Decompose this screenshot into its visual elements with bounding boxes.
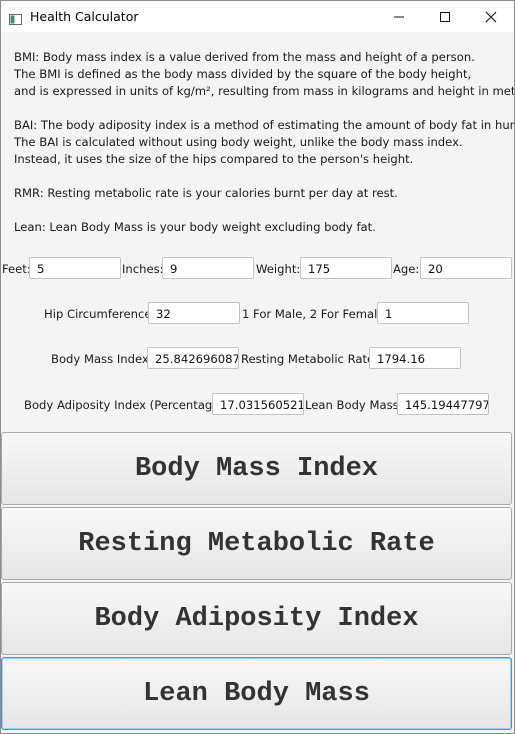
bai-description-line: BAI: The body adiposity index is a metho…	[14, 118, 515, 132]
bmi-button[interactable]: Body Mass Index	[1, 432, 512, 505]
title-bar: Health Calculator	[1, 1, 514, 32]
bai-result-field[interactable]: 17.031560521863	[212, 393, 304, 415]
bai-description-line: Instead, it uses the size of the hips co…	[14, 152, 414, 166]
gender-label: 1 For Male, 2 For Female:	[242, 307, 389, 321]
main-content: BMI: Body mass index is a value derived …	[1, 32, 514, 733]
age-label: Age:	[393, 262, 420, 276]
bai-result-label: Body Adiposity Index (Percentage):	[24, 398, 228, 412]
gender-input[interactable]: 1	[377, 302, 469, 324]
maximize-icon	[440, 12, 450, 22]
inches-label: Inches:	[122, 262, 164, 276]
bmi-description-line: and is expressed in units of kg/m², resu…	[14, 84, 515, 98]
bmi-description-line: The BMI is defined as the body mass divi…	[14, 67, 472, 81]
bai-description-line: The BAI is calculated without using body…	[14, 135, 463, 149]
rmr-button[interactable]: Resting Metabolic Rate	[1, 507, 512, 580]
age-input[interactable]: 20	[420, 257, 512, 279]
hip-input[interactable]: 32	[148, 302, 240, 324]
bmi-result-label: Body Mass Index:	[51, 352, 153, 366]
bai-button[interactable]: Body Adiposity Index	[1, 582, 512, 655]
lbm-button[interactable]: Lean Body Mass	[1, 657, 512, 730]
weight-label: Weight:	[256, 262, 301, 276]
lbm-result-label: Lean Body Mass:	[305, 398, 403, 412]
bmi-result-field[interactable]: 25.842696087885	[147, 347, 239, 369]
window-title: Health Calculator	[30, 9, 139, 24]
bmi-description-line: BMI: Body mass index is a value derived …	[14, 50, 475, 64]
rmr-result-label: Resting Metabolic Rate:	[241, 352, 379, 366]
minimize-button[interactable]	[376, 1, 422, 32]
feet-input[interactable]: 5	[29, 257, 121, 279]
rmr-description: RMR: Resting metabolic rate is your calo…	[14, 186, 398, 200]
app-icon	[9, 10, 22, 25]
weight-input[interactable]: 175	[300, 257, 392, 279]
feet-label: Feet:	[2, 262, 31, 276]
lean-description: Lean: Lean Body Mass is your body weight…	[14, 220, 376, 234]
app-window: Health Calculator BMI: Body mass index i…	[0, 0, 515, 734]
maximize-button[interactable]	[422, 1, 468, 32]
inches-input[interactable]: 9	[162, 257, 254, 279]
minimize-icon	[394, 16, 404, 18]
rmr-result-field[interactable]: 1794.16	[369, 347, 461, 369]
hip-label: Hip Circumference:	[44, 307, 156, 321]
bai-description: BAI: The body adiposity index is a metho…	[14, 117, 515, 168]
close-button[interactable]	[468, 1, 514, 32]
close-icon	[485, 11, 497, 23]
bmi-description: BMI: Body mass index is a value derived …	[14, 49, 515, 100]
lbm-result-field[interactable]: 145.194477977	[397, 393, 489, 415]
